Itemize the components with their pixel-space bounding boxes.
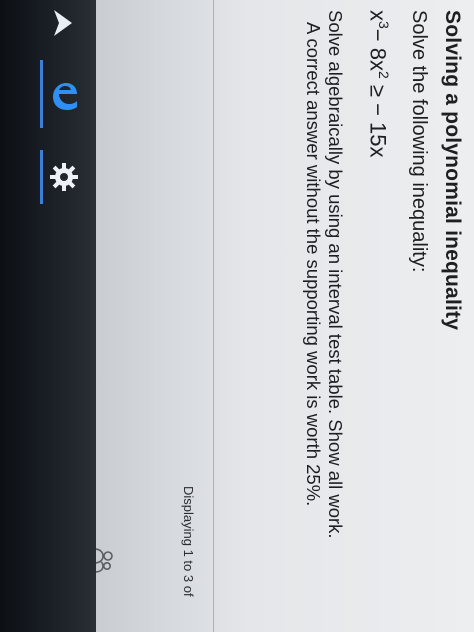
expr-exponent-3: 3	[376, 21, 392, 29]
expr-middle: − 8x	[365, 28, 391, 71]
question-panel: Solving a polynomial inequality Solve th…	[96, 0, 474, 632]
question-instructions: Solve algebraically by using an interval…	[302, 10, 346, 539]
taskbar-open-indicator	[40, 150, 43, 204]
question-prompt: Solve the following inequality:	[408, 10, 430, 273]
settings-gear-icon[interactable]	[46, 158, 82, 196]
expr-exponent-2: 2	[376, 71, 392, 79]
taskbar-active-indicator	[40, 60, 43, 128]
person-icon[interactable]	[96, 548, 114, 574]
rotated-page: Solving a polynomial inequality Solve th…	[96, 0, 474, 632]
back-arrow-icon[interactable]	[48, 6, 78, 40]
pagination-status: Displaying 1 to 3 of	[181, 486, 196, 597]
screen: Solving a polynomial inequality Solve th…	[0, 0, 474, 632]
expr-x: x	[365, 10, 391, 21]
question-title: Solving a polynomial inequality	[441, 10, 464, 331]
expr-rhs: ≥ − 15x	[365, 78, 391, 158]
instructions-line-2: A correct answer without the supporting …	[303, 22, 324, 507]
edge-browser-icon[interactable]	[44, 76, 82, 116]
section-divider	[213, 0, 214, 632]
taskbar	[0, 0, 96, 632]
instructions-line-1: Solve algebraically by using an interval…	[325, 10, 346, 539]
inequality-expression: x3− 8x2 ≥ − 15x	[365, 10, 392, 158]
